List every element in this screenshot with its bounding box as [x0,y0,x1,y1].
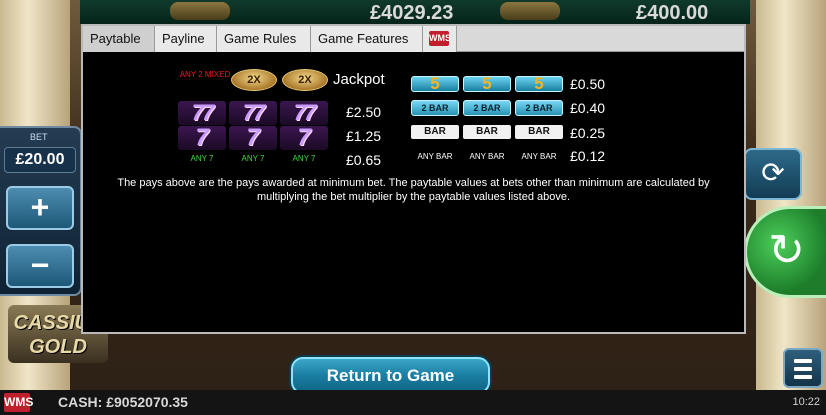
triple-bar-5-symbol: 5 [411,75,459,92]
top-win-value-1: £4029.23 [370,2,454,24]
any-mixed-label: ANY 2 MIXED [179,70,231,79]
any-seven-label: ANY 7 [292,154,316,163]
spin-arrow-icon: ↻ [768,226,805,275]
single-bar-symbol: BAR [463,125,511,139]
seven-symbol: 7 [229,126,277,150]
tab-game-features[interactable]: Game Features [311,26,423,52]
decrease-bet-button[interactable]: − [6,244,74,288]
double-seven-symbol: 77 [229,101,277,125]
bet-label: BET [30,132,48,142]
tab-payline[interactable]: Payline [155,26,217,52]
bet-panel: BET £20.00 + − [0,126,82,296]
double-bar-symbol: 2 BAR [411,100,459,116]
brand-icon: WMS [4,393,33,412]
tab-game-rules[interactable]: Game Rules [217,26,311,52]
any-seven-label: ANY 7 [241,154,265,163]
paytable-description: The pays above are the pays awarded at m… [117,177,710,203]
any-bar-label: ANY BAR [469,152,505,161]
any-bar-label: ANY BAR [417,152,453,161]
pay-value: £1.25 [346,128,382,144]
pay-value: £0.25 [570,125,606,141]
gold-2x-symbol: 2X [231,69,277,91]
refresh-icon: ⟳ [761,157,785,188]
brand-logo-icon: WMS [429,31,451,46]
tab-paytable[interactable]: Paytable [83,26,155,52]
gold-2x-symbol: 2X [282,69,328,91]
seven-symbol: 7 [280,126,328,150]
pay-value: £0.65 [346,152,382,168]
increase-bet-button[interactable]: + [6,186,74,230]
cash-balance: CASH: £9052070.35 [58,394,188,410]
status-bar: WMS CASH: £9052070.35 10:22 [0,390,826,415]
double-seven-symbol: 77 [178,101,226,125]
triple-bar-5-symbol: 5 [463,75,511,92]
double-bar-symbol: 2 BAR [463,100,511,116]
seven-symbol: 7 [178,126,226,150]
pay-value: £0.40 [570,100,606,116]
double-seven-symbol: 77 [280,101,328,125]
top-win-value-2: £400.00 [636,2,709,24]
pay-value: £0.12 [570,148,606,164]
bet-value: £20.00 [4,147,76,173]
hamburger-icon [794,359,812,363]
top-symbol [500,2,560,20]
autoplay-button[interactable]: ⟳ [744,148,802,200]
top-win-strip: £4029.23 £400.00 [80,0,750,24]
clock: 10:22 [792,396,820,408]
any-bar-label: ANY BAR [521,152,557,161]
double-bar-symbol: 2 BAR [515,100,563,116]
top-symbol [170,2,230,20]
menu-button[interactable] [783,348,823,388]
pay-value: £0.50 [570,76,606,92]
tab-brand[interactable]: WMS [423,26,457,52]
pay-value: £2.50 [346,104,382,120]
spin-button[interactable]: ↻ [744,206,826,298]
tab-bar: Paytable Payline Game Rules Game Feature… [83,26,744,52]
return-to-game-button[interactable]: Return to Game [291,357,490,394]
triple-bar-5-symbol: 5 [515,75,563,92]
paytable-dialog: Paytable Payline Game Rules Game Feature… [81,24,746,334]
any-seven-label: ANY 7 [190,154,214,163]
jackpot-pay: Jackpot [333,71,385,88]
single-bar-symbol: BAR [515,125,563,139]
single-bar-symbol: BAR [411,125,459,139]
